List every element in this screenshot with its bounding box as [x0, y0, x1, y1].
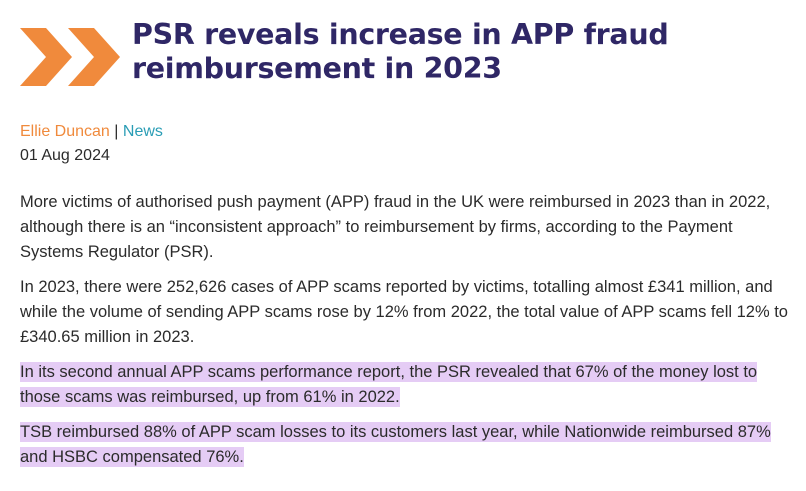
highlighted-paragraph: TSB reimbursed 88% of APP scam losses to… [20, 420, 795, 470]
double-chevron-right-icon [20, 28, 120, 86]
article-body: More victims of authorised push payment … [20, 190, 795, 480]
category-link[interactable]: News [123, 123, 163, 140]
highlight-text: TSB reimbursed 88% of APP scam losses to… [20, 422, 771, 467]
article-meta: Ellie Duncan | News 01 Aug 2024 [20, 120, 163, 168]
paragraph: More victims of authorised push payment … [20, 193, 771, 261]
highlight-text: In its second annual APP scams performan… [20, 362, 758, 407]
publish-date: 01 Aug 2024 [20, 147, 110, 164]
article-header: PSR reveals increase in APP fraud reimbu… [20, 18, 786, 90]
meta-separator: | [114, 123, 119, 140]
author-link[interactable]: Ellie Duncan [20, 123, 110, 140]
highlighted-paragraph: In its second annual APP scams performan… [20, 360, 795, 410]
article-title: PSR reveals increase in APP fraud reimbu… [132, 18, 669, 85]
paragraph: In 2023, there were 252,626 cases of APP… [20, 278, 788, 346]
